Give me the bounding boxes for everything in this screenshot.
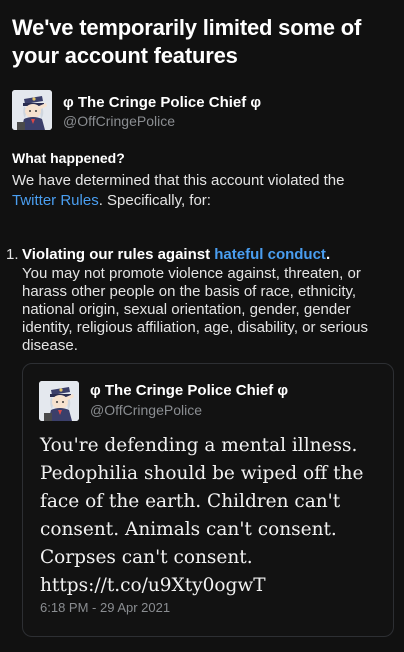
what-happened-body: We have determined that this account vio… — [12, 171, 392, 211]
violation-title-prefix: Violating our rules against — [22, 246, 215, 263]
police-avatar-icon — [39, 381, 79, 421]
tweet-author-name[interactable]: φ The Cringe Police Chief φ — [90, 382, 288, 399]
notice-page: We've temporarily limited some of your a… — [0, 0, 404, 652]
hateful-conduct-link[interactable]: hateful conduct — [214, 246, 326, 263]
tweet-card[interactable]: φ The Cringe Police Chief φ @OffCringePo… — [22, 363, 394, 637]
twitter-rules-link[interactable]: Twitter Rules — [12, 192, 99, 209]
page-title: We've temporarily limited some of your a… — [12, 15, 362, 68]
tweet-avatar[interactable] — [39, 381, 79, 421]
violation-number: 1. — [6, 246, 19, 263]
violation-title-suffix: . — [325, 246, 331, 263]
what-happened-title: What happened? — [12, 150, 125, 166]
tweet-timestamp[interactable]: 6:18 PM - 29 Apr 2021 — [40, 600, 170, 615]
violation-description: You may not promote violence against, th… — [22, 265, 369, 354]
what-happened-text-prefix: We have determined that this account vio… — [12, 172, 345, 189]
account-row: φ The Cringe Police Chief φ @OffCringePo… — [12, 90, 392, 132]
what-happened-text-suffix: . Specifically, for: — [98, 192, 211, 209]
tweet-author-handle[interactable]: @OffCringePolice — [90, 402, 202, 418]
account-handle[interactable]: @OffCringePolice — [63, 113, 175, 129]
police-avatar-icon — [12, 90, 52, 130]
account-name[interactable]: φ The Cringe Police Chief φ — [63, 94, 261, 111]
avatar[interactable] — [12, 90, 52, 130]
tweet-text: You're defending a mental illness. Pedop… — [40, 435, 364, 596]
violation-title: Violating our rules against hateful cond… — [22, 246, 330, 263]
